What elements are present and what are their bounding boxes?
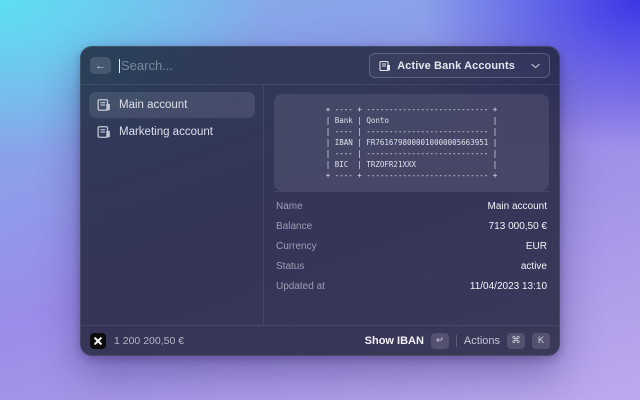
iban-ascii-table: + ---- + --------------------------- + |… bbox=[326, 104, 498, 181]
footer-divider bbox=[456, 335, 457, 347]
metadata-label: Updated at bbox=[276, 281, 325, 292]
metadata-value: EUR bbox=[526, 241, 547, 252]
metadata-value: 713 000,50 € bbox=[489, 221, 547, 232]
account-metadata: Name Main account Balance 713 000,50 € C… bbox=[274, 191, 549, 296]
back-button[interactable]: ← bbox=[90, 57, 111, 74]
dropdown-selected-value: Active Bank Accounts bbox=[397, 60, 515, 72]
iban-table-card: + ---- + --------------------------- + |… bbox=[274, 94, 549, 191]
account-item-label: Marketing account bbox=[119, 126, 213, 138]
metadata-row: Status active bbox=[274, 256, 549, 276]
metadata-label: Balance bbox=[276, 221, 312, 232]
extension-logo-icon bbox=[90, 333, 106, 349]
k-key-icon: K bbox=[532, 333, 550, 349]
account-item-label: Main account bbox=[119, 99, 187, 111]
metadata-row: Currency EUR bbox=[274, 236, 549, 256]
command-palette-window: ← Active Bank Accounts bbox=[80, 46, 560, 356]
total-balance: 1 200 200,50 € bbox=[114, 335, 184, 347]
footer-actions: Show IBAN ↵ Actions ⌘ K bbox=[365, 333, 550, 349]
search-field-wrap bbox=[119, 58, 369, 73]
bank-icon bbox=[379, 60, 391, 72]
actions-label: Actions bbox=[464, 335, 500, 347]
action-bar: 1 200 200,50 € Show IBAN ↵ Actions ⌘ K bbox=[81, 325, 559, 355]
metadata-value: active bbox=[521, 261, 547, 272]
accounts-filter-dropdown[interactable]: Active Bank Accounts bbox=[369, 53, 550, 78]
metadata-value: 11/04/2023 13:10 bbox=[470, 281, 547, 292]
metadata-label: Status bbox=[276, 261, 304, 272]
metadata-label: Currency bbox=[276, 241, 317, 252]
bank-icon bbox=[97, 125, 111, 139]
main-content: Main account Marketing account bbox=[81, 85, 559, 325]
account-detail-panel: + ---- + --------------------------- + |… bbox=[264, 85, 559, 325]
show-iban-label: Show IBAN bbox=[365, 335, 424, 347]
show-iban-button[interactable]: Show IBAN ↵ bbox=[365, 333, 449, 349]
chevron-down-icon bbox=[531, 63, 540, 69]
metadata-row: Name Main account bbox=[274, 196, 549, 216]
account-list-item[interactable]: Main account bbox=[89, 92, 255, 118]
search-header: ← Active Bank Accounts bbox=[81, 47, 559, 85]
metadata-row: Updated at 11/04/2023 13:10 bbox=[274, 276, 549, 296]
command-key-icon: ⌘ bbox=[507, 333, 525, 349]
accounts-list: Main account Marketing account bbox=[81, 85, 264, 325]
search-input[interactable] bbox=[121, 58, 369, 73]
metadata-label: Name bbox=[276, 201, 303, 212]
metadata-value: Main account bbox=[488, 201, 547, 212]
metadata-row: Balance 713 000,50 € bbox=[274, 216, 549, 236]
text-caret bbox=[119, 59, 120, 73]
account-list-item[interactable]: Marketing account bbox=[89, 119, 255, 145]
enter-key-icon: ↵ bbox=[431, 333, 449, 349]
back-arrow-icon: ← bbox=[95, 58, 106, 74]
bank-icon bbox=[97, 98, 111, 112]
actions-button[interactable]: Actions ⌘ K bbox=[464, 333, 550, 349]
